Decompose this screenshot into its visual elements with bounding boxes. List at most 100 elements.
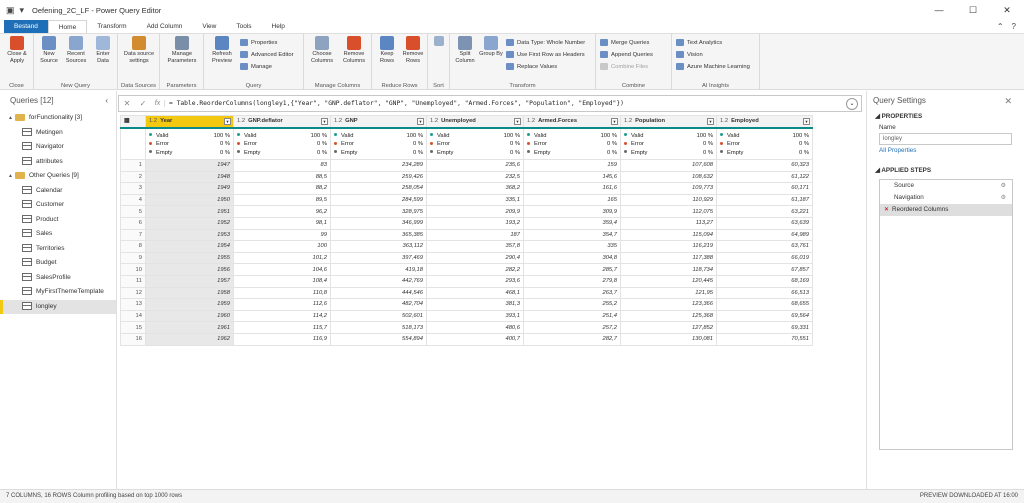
row-number[interactable]: 14 (120, 309, 146, 323)
query-item[interactable]: Metingen (0, 126, 116, 141)
table-cell[interactable]: 209,9 (426, 205, 524, 218)
table-row[interactable]: 7 1953 99 365,385 187 354,7 115,094 64,989 (120, 228, 813, 242)
text-analytics-button[interactable]: Text Analytics (676, 38, 722, 48)
table-row[interactable]: 1 1947 83 234,289 235,6 159 107,608 60,323 (120, 159, 813, 172)
tab-file[interactable]: Bestand (4, 20, 48, 33)
recent-sources-button[interactable]: Recent Sources (63, 36, 89, 65)
table-cell[interactable]: 63,639 (716, 216, 813, 230)
table-cell[interactable]: 359,4 (523, 216, 621, 230)
column-filter-icon[interactable]: ▼ (417, 118, 424, 125)
table-cell[interactable]: 113,27 (620, 216, 717, 230)
table-cell[interactable]: 284,599 (330, 193, 427, 207)
table-cell[interactable]: 235,6 (426, 159, 524, 172)
table-row[interactable]: 6 1952 98,1 346,999 193,2 359,4 113,27 63,639 (120, 216, 813, 230)
table-cell[interactable]: 259,426 (330, 170, 427, 184)
table-cell[interactable]: 1958 (145, 286, 234, 300)
table-row[interactable]: 14 1960 114,2 502,601 393,1 251,4 125,368 69,56… (120, 309, 813, 323)
table-cell[interactable]: 554,894 (330, 332, 427, 346)
table-cell[interactable]: 63,221 (716, 205, 813, 218)
row-number[interactable]: 9 (120, 251, 146, 265)
table-cell[interactable]: 99 (233, 228, 331, 242)
vision-button[interactable]: Vision (676, 50, 703, 60)
table-cell[interactable]: 68,169 (716, 274, 813, 288)
column-type-icon[interactable]: 1.2 (237, 118, 245, 124)
row-number[interactable]: 5 (120, 205, 146, 218)
table-row[interactable]: 16 1962 116,9 554,894 400,7 282,7 130,081 70,55… (120, 332, 813, 346)
table-cell[interactable]: 1955 (145, 251, 234, 265)
row-number[interactable]: 1 (120, 159, 146, 172)
table-cell[interactable]: 66,513 (716, 286, 813, 300)
close-settings-icon[interactable]: ✕ (1004, 91, 1012, 111)
column-filter-icon[interactable]: ▼ (611, 118, 618, 125)
table-row[interactable]: 9 1955 101,2 397,469 290,4 304,8 117,388 66,019 (120, 251, 813, 265)
table-cell[interactable]: 69,564 (716, 309, 813, 323)
table-cell[interactable]: 68,655 (716, 298, 813, 311)
tab-home[interactable]: Home (47, 20, 88, 33)
table-cell[interactable]: 116,9 (233, 332, 331, 346)
table-cell[interactable]: 125,368 (620, 309, 717, 323)
column-filter-icon[interactable]: ▼ (707, 118, 714, 125)
column-header[interactable]: 1.2 Employed ▼ (716, 115, 813, 129)
close-window-button[interactable]: ✕ (990, 0, 1024, 20)
table-cell[interactable]: 89,5 (233, 193, 331, 207)
undo-icon[interactable]: ▾ (20, 5, 25, 16)
table-cell[interactable]: 115,094 (620, 228, 717, 242)
combine-files-button[interactable]: Combine Files (600, 62, 648, 72)
table-cell[interactable]: 120,445 (620, 274, 717, 288)
table-cell[interactable]: 282,7 (523, 332, 621, 346)
table-cell[interactable]: 381,3 (426, 298, 524, 311)
gear-icon[interactable]: ⚙ (1001, 192, 1006, 204)
table-cell[interactable]: 442,769 (330, 274, 427, 288)
tab-view[interactable]: View (192, 20, 226, 33)
row-number[interactable]: 13 (120, 298, 146, 311)
append-queries-button[interactable]: Append Queries (600, 50, 653, 60)
table-corner-menu-icon[interactable]: ▦ (120, 115, 146, 129)
table-cell[interactable]: 104,6 (233, 263, 331, 276)
table-cell[interactable]: 193,2 (426, 216, 524, 230)
table-cell[interactable]: 400,7 (426, 332, 524, 346)
table-cell[interactable]: 114,2 (233, 309, 331, 323)
collapse-arrow-icon[interactable]: ◢ (875, 113, 882, 120)
table-cell[interactable]: 419,18 (330, 263, 427, 276)
merge-queries-button[interactable]: Merge Queries (600, 38, 649, 48)
query-item[interactable]: Product (0, 213, 116, 228)
table-cell[interactable]: 112,075 (620, 205, 717, 218)
cancel-formula-icon[interactable]: ✕ (119, 99, 135, 108)
tab-add-column[interactable]: Add Column (137, 20, 193, 33)
table-cell[interactable]: 108,632 (620, 170, 717, 184)
table-cell[interactable]: 115,7 (233, 321, 331, 334)
query-name-input[interactable]: longley (879, 133, 1012, 145)
table-row[interactable]: 8 1954 100 363,112 357,8 335 116,219 63,761 (120, 240, 813, 253)
table-cell[interactable]: 293,6 (426, 274, 524, 288)
use-first-row-headers-button[interactable]: Use First Row as Headers (506, 50, 585, 60)
column-filter-icon[interactable]: ▼ (514, 118, 521, 125)
column-type-icon[interactable]: 1.2 (149, 118, 157, 124)
table-cell[interactable]: 285,7 (523, 263, 621, 276)
table-cell[interactable]: 117,388 (620, 251, 717, 265)
column-header[interactable]: 1.2 GNP ▼ (330, 115, 427, 129)
column-header[interactable]: 1.2 Unemployed ▼ (426, 115, 524, 129)
column-header[interactable]: 1.2 GNP.deflator ▼ (233, 115, 331, 129)
table-cell[interactable]: 232,5 (426, 170, 524, 184)
table-cell[interactable]: 1954 (145, 240, 234, 253)
table-cell[interactable]: 109,773 (620, 182, 717, 195)
replace-values-button[interactable]: Replace Values (506, 62, 557, 72)
query-item[interactable]: Navigator (0, 140, 116, 155)
row-number[interactable]: 6 (120, 216, 146, 230)
table-row[interactable]: 11 1957 108,4 442,769 293,6 279,8 120,445 68,16… (120, 274, 813, 288)
step-navigation[interactable]: Navigation ⚙ (880, 192, 1012, 204)
column-filter-icon[interactable]: ▼ (803, 118, 810, 125)
table-cell[interactable]: 187 (426, 228, 524, 242)
table-cell[interactable]: 279,8 (523, 274, 621, 288)
table-cell[interactable]: 263,7 (523, 286, 621, 300)
formula-input[interactable]: = Table.ReorderColumns(longley1,{"Year",… (165, 100, 846, 107)
table-cell[interactable]: 502,601 (330, 309, 427, 323)
gear-icon[interactable]: ⚙ (1001, 180, 1006, 192)
table-cell[interactable]: 282,2 (426, 263, 524, 276)
row-number[interactable]: 4 (120, 193, 146, 207)
table-cell[interactable]: 309,9 (523, 205, 621, 218)
remove-rows-button[interactable]: Remove Rows (400, 36, 426, 65)
table-cell[interactable]: 304,8 (523, 251, 621, 265)
column-filter-icon[interactable]: ▼ (224, 118, 231, 125)
query-item[interactable]: Sales (0, 227, 116, 242)
